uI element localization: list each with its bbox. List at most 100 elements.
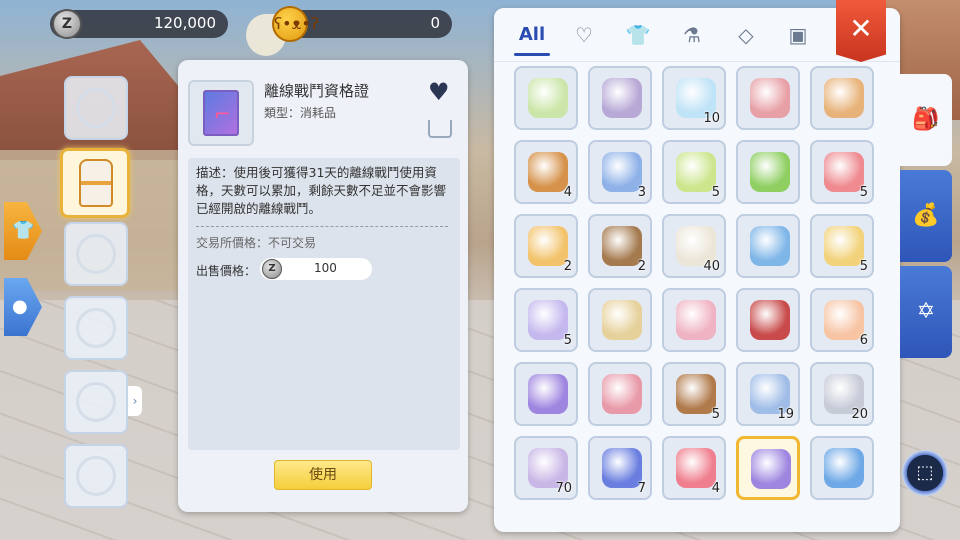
inventory-slot[interactable] xyxy=(588,288,652,352)
red-folder-item-icon xyxy=(676,448,716,488)
ring-icon xyxy=(76,456,116,496)
storage-tray-icon[interactable] xyxy=(428,120,452,138)
equip-slot-ring-2[interactable] xyxy=(64,444,128,508)
inventory-slot[interactable]: 5 xyxy=(810,140,874,204)
accessory-ring-icon xyxy=(76,88,116,128)
resize-window-button[interactable]: ⬚ xyxy=(902,450,948,496)
inventory-slot[interactable]: 5 xyxy=(810,214,874,278)
close-button[interactable]: ✕ xyxy=(836,0,886,62)
item-count: 5 xyxy=(859,185,868,200)
inventory-slot[interactable]: 6 xyxy=(810,288,874,352)
inventory-slot[interactable]: 2 xyxy=(514,214,578,278)
equip-slot-ring[interactable] xyxy=(64,370,128,434)
tab-card-album[interactable]: ✡ xyxy=(900,266,952,358)
inventory-slot[interactable] xyxy=(736,214,800,278)
item-description-box: 描述：使用後可獲得31天的離線戰鬥使用資格，天數可以累加，剩餘天數不足並不會影響… xyxy=(188,158,460,450)
blue-firework-item-icon xyxy=(602,152,642,192)
gold-ticket-item-icon xyxy=(824,226,864,266)
inventory-slot[interactable] xyxy=(736,66,800,130)
item-count: 5 xyxy=(563,333,572,348)
item-count: 40 xyxy=(703,259,720,274)
tab-bag[interactable]: 🎒 xyxy=(900,74,952,166)
equip-slot-costume[interactable] xyxy=(60,148,130,218)
bear-coin-icon[interactable]: ʕ•ᴥ•ʔ xyxy=(272,6,319,42)
peach-potion-item-icon xyxy=(824,300,864,340)
inventory-slot[interactable]: 5 xyxy=(662,362,726,426)
inventory-slot[interactable] xyxy=(588,66,652,130)
divider xyxy=(196,226,448,227)
inventory-slot[interactable] xyxy=(736,140,800,204)
item-count: 5 xyxy=(711,185,720,200)
inventory-slot[interactable]: 20 xyxy=(810,362,874,426)
grid-scroll-fade xyxy=(514,512,880,532)
blue-chain-item-icon xyxy=(602,448,642,488)
green-potion-item-icon xyxy=(676,152,716,192)
item-detail-panel: 離線戰鬥資格證 類型：消耗品 ♥ 描述：使用後可獲得31天的離線戰鬥使用資格，天… xyxy=(178,60,468,512)
item-count: 4 xyxy=(711,481,720,496)
ring-icon xyxy=(76,382,116,422)
inventory-slot[interactable]: 10 xyxy=(662,66,726,130)
sell-price-label: 出售價格： xyxy=(196,264,257,278)
equip-slot-accessory[interactable] xyxy=(64,76,128,140)
item-type: 類型：消耗品 xyxy=(264,106,337,120)
item-name: 離線戰鬥資格證 xyxy=(264,82,370,100)
expand-arrow-icon[interactable]: › xyxy=(128,386,142,416)
gift-box-item-icon xyxy=(602,374,642,414)
item-count: 3 xyxy=(637,185,646,200)
item-count: 7 xyxy=(637,481,646,496)
inventory-slot[interactable]: 5 xyxy=(514,288,578,352)
item-count: 6 xyxy=(859,333,868,348)
item-count: 70 xyxy=(555,481,572,496)
inventory-slot[interactable] xyxy=(514,362,578,426)
blue-orb-item-icon xyxy=(750,226,790,266)
inventory-slot[interactable]: 40 xyxy=(662,214,726,278)
item-count: 4 xyxy=(563,185,572,200)
equip-slot-cape[interactable] xyxy=(64,222,128,286)
inventory-slot[interactable]: 3 xyxy=(588,140,652,204)
tab-cards[interactable]: ▣ xyxy=(778,20,818,50)
costume-outfit-icon xyxy=(79,159,113,207)
item-count: 5 xyxy=(859,259,868,274)
rainbow-bottle-item-icon xyxy=(528,300,568,340)
equip-slot-boots[interactable] xyxy=(64,296,128,360)
battle-card-icon xyxy=(203,90,239,136)
tab-all[interactable]: All xyxy=(512,20,552,56)
zeny-coin-icon: Z xyxy=(52,9,82,39)
inventory-slot[interactable]: 7 xyxy=(588,436,652,500)
inventory-slot[interactable] xyxy=(588,362,652,426)
gem-amount: 0 xyxy=(430,14,440,32)
inventory-slot[interactable] xyxy=(736,288,800,352)
inventory-slot[interactable]: 19 xyxy=(736,362,800,426)
green-crystal-item-icon xyxy=(528,78,568,118)
inventory-slot[interactable] xyxy=(810,66,874,130)
inventory-slot[interactable] xyxy=(810,436,874,500)
inventory-slot[interactable]: 2 xyxy=(588,214,652,278)
tab-zeny-bag[interactable]: 💰 xyxy=(900,170,952,262)
boots-icon xyxy=(76,308,116,348)
tab-consumables[interactable]: ⚗ xyxy=(672,20,712,50)
wood-log-item-icon xyxy=(602,226,642,266)
tab-equipment[interactable]: 👕 xyxy=(618,20,658,50)
favorite-heart-icon[interactable]: ♥ xyxy=(428,78,450,106)
sell-price-value: 100 xyxy=(314,261,337,275)
leaf-pile-item-icon xyxy=(676,374,716,414)
inventory-slot[interactable] xyxy=(736,436,800,500)
trade-price-text: 交易所價格：不可交易 xyxy=(196,236,317,250)
blue-gift-item-icon xyxy=(824,448,864,488)
inventory-slot[interactable] xyxy=(662,288,726,352)
item-count: 5 xyxy=(711,407,720,422)
use-button[interactable]: 使用 xyxy=(274,460,372,490)
inventory-slot[interactable]: 4 xyxy=(662,436,726,500)
inventory-slot[interactable]: 4 xyxy=(514,140,578,204)
food-tray-item-icon xyxy=(528,152,568,192)
item-thumbnail xyxy=(188,80,254,146)
red-hat-item-icon xyxy=(750,300,790,340)
inventory-slot[interactable]: 5 xyxy=(662,140,726,204)
item-count: 19 xyxy=(777,407,794,422)
item-count: 20 xyxy=(851,407,868,422)
tab-materials[interactable]: ◇ xyxy=(726,20,766,50)
inventory-slot[interactable] xyxy=(514,66,578,130)
inventory-slot[interactable]: 70 xyxy=(514,436,578,500)
item-count: 2 xyxy=(637,259,646,274)
tab-favorites[interactable]: ♡ xyxy=(564,20,604,50)
